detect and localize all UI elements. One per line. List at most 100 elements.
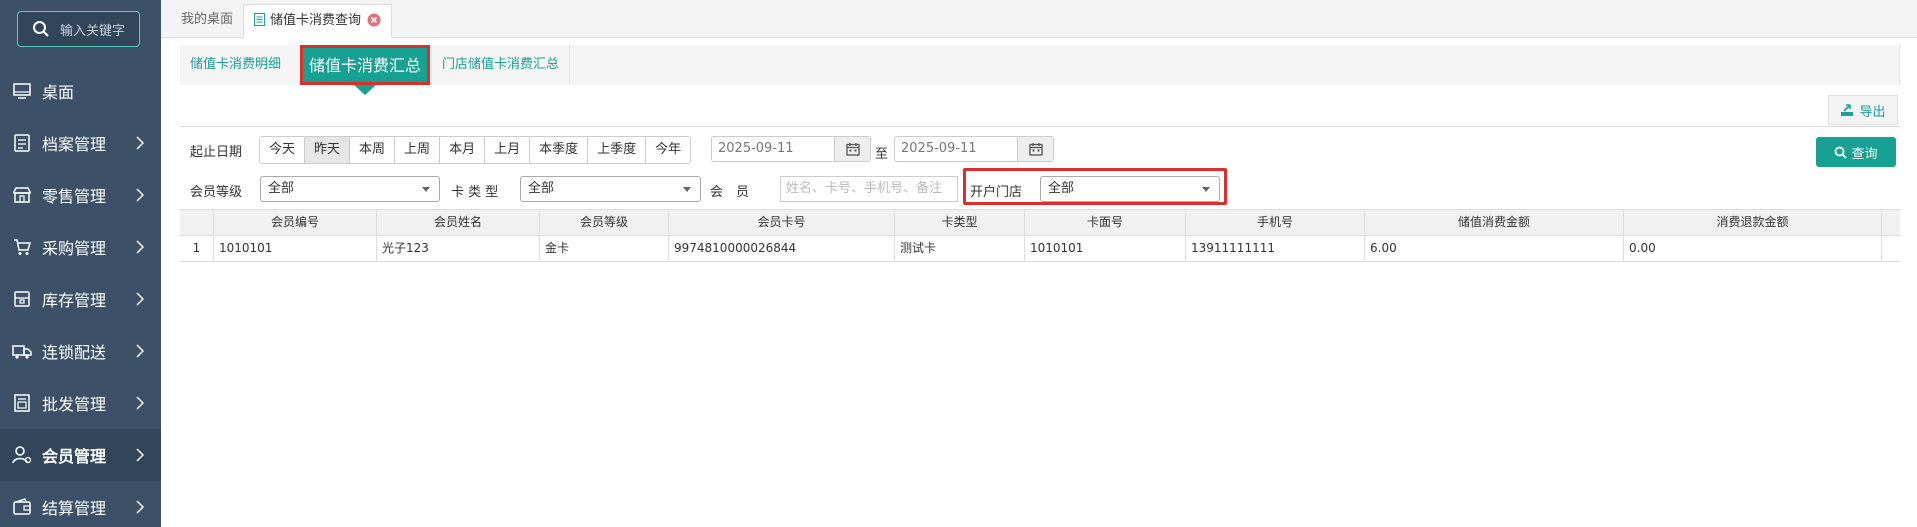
end-date-value: 2025-09-11 <box>901 141 977 156</box>
chevron-right-icon <box>136 448 144 462</box>
wholesale-icon <box>14 394 30 412</box>
sidebar-item-wholesale[interactable]: 批发管理 <box>0 377 161 429</box>
calendar-icon[interactable] <box>834 137 870 161</box>
cell-card-no: 9974810000026844 <box>669 236 895 261</box>
truck-icon <box>12 345 32 359</box>
date-btn-yesterday[interactable]: 昨天 <box>305 137 351 163</box>
store-icon <box>13 187 31 203</box>
user-icon <box>12 446 32 464</box>
sidebar-item-desktop[interactable]: 桌面 <box>0 65 161 117</box>
tab-label: 储值卡消费查询 <box>270 13 362 28</box>
sidebar-item-label: 连锁配送 <box>42 343 107 362</box>
top-tab-bar: 我的桌面 储值卡消费查询 <box>161 0 1917 38</box>
sidebar-item-label: 零售管理 <box>42 187 107 206</box>
date-btn-this-month[interactable]: 本月 <box>440 137 486 163</box>
member-search-placeholder: 姓名、卡号、手机号、备注 <box>786 181 943 196</box>
date-btn-this-year[interactable]: 今年 <box>646 137 691 163</box>
col-member-no[interactable]: 会员编号 <box>214 210 377 235</box>
col-stored-consumption[interactable]: 储值消费金额 <box>1365 210 1624 235</box>
wallet-icon <box>13 498 31 515</box>
table-header: 会员编号 会员姓名 会员等级 会员卡号 卡类型 卡面号 手机号 储值消费金额 消… <box>180 209 1900 236</box>
date-btn-this-quarter[interactable]: 本季度 <box>530 137 589 163</box>
col-member-level[interactable]: 会员等级 <box>540 210 669 235</box>
chevron-right-icon <box>136 396 144 410</box>
cell-card-type: 测试卡 <box>895 236 1025 261</box>
sidebar-item-label: 采购管理 <box>42 239 107 258</box>
export-icon <box>1841 104 1854 116</box>
date-btn-today[interactable]: 今天 <box>260 137 306 163</box>
start-date-input[interactable]: 2025-09-11 <box>711 136 871 162</box>
sub-tab-bar: 储值卡消费明细 储值卡消费汇总 门店储值卡消费汇总 <box>180 45 1900 85</box>
start-date-value: 2025-09-11 <box>718 141 794 156</box>
close-icon[interactable] <box>367 13 381 27</box>
sidebar-item-label: 会员管理 <box>42 447 107 466</box>
sidebar-search[interactable]: 输入关键字 <box>17 11 140 47</box>
monitor-icon <box>13 83 31 99</box>
file-icon <box>14 134 30 152</box>
col-scroll-gutter <box>1882 210 1900 235</box>
cell-phone: 13911111111 <box>1186 236 1365 261</box>
card-type-select[interactable]: 全部 <box>520 176 701 202</box>
store-select[interactable]: 全部 <box>1040 176 1220 202</box>
member-search-input[interactable]: 姓名、卡号、手机号、备注 <box>780 176 958 202</box>
col-card-no[interactable]: 会员卡号 <box>669 210 895 235</box>
member-label: 会 员 <box>710 185 750 200</box>
date-btn-this-week[interactable]: 本周 <box>350 137 396 163</box>
query-button[interactable]: 查询 <box>1816 137 1896 167</box>
member-level-select[interactable]: 全部 <box>260 176 440 202</box>
sidebar-item-member[interactable]: 会员管理 <box>0 429 161 481</box>
sidebar-nav: 桌面 档案管理 零售管理 采购管理 库存管理 连锁配送 批发管理 会员管理 结算… <box>0 65 161 527</box>
sidebar-search-placeholder: 输入关键字 <box>60 23 126 39</box>
col-face-no[interactable]: 卡面号 <box>1025 210 1186 235</box>
sidebar-item-label: 批发管理 <box>42 395 107 414</box>
subtab-card-consumption-summary[interactable]: 储值卡消费汇总 <box>300 45 431 85</box>
search-icon <box>1835 146 1848 159</box>
end-date-input[interactable]: 2025-09-11 <box>894 136 1054 162</box>
sidebar-item-archive[interactable]: 档案管理 <box>0 117 161 169</box>
date-btn-last-month[interactable]: 上月 <box>485 137 531 163</box>
chevron-right-icon <box>136 344 144 358</box>
document-icon <box>254 13 265 26</box>
sidebar-item-settlement[interactable]: 结算管理 <box>0 481 161 527</box>
subtab-store-card-consumption-summary[interactable]: 门店储值卡消费汇总 <box>431 45 571 85</box>
cart-icon <box>14 239 31 255</box>
inventory-icon <box>14 291 30 307</box>
cell-member-name: 光子123 <box>377 236 540 261</box>
sidebar-item-retail[interactable]: 零售管理 <box>0 169 161 221</box>
tab-card-consumption-query[interactable]: 储值卡消费查询 <box>243 4 393 38</box>
sidebar-item-label: 档案管理 <box>42 135 107 154</box>
sidebar-item-inventory[interactable]: 库存管理 <box>0 273 161 325</box>
active-tab-pointer <box>354 85 376 95</box>
date-btn-last-week[interactable]: 上周 <box>395 137 441 163</box>
sidebar-item-label: 桌面 <box>42 83 75 102</box>
calendar-icon[interactable] <box>1017 137 1053 161</box>
table-row[interactable]: 1 1010101 光子123 金卡 9974810000026844 测试卡 … <box>180 236 1900 262</box>
date-range-label: 起止日期 <box>190 145 243 160</box>
to-label: 至 <box>875 147 889 162</box>
chevron-right-icon <box>136 136 144 150</box>
cell-consumption-refund: 0.00 <box>1624 236 1882 261</box>
cell-scroll-gutter <box>1882 236 1900 261</box>
export-button[interactable]: 导出 <box>1828 95 1898 125</box>
cell-stored-consumption: 6.00 <box>1365 236 1624 261</box>
sidebar-item-purchase[interactable]: 采购管理 <box>0 221 161 273</box>
sidebar-item-label: 结算管理 <box>42 499 107 518</box>
col-member-name[interactable]: 会员姓名 <box>377 210 540 235</box>
chevron-right-icon <box>136 292 144 306</box>
chevron-right-icon <box>136 188 144 202</box>
tab-my-desktop[interactable]: 我的桌面 <box>169 4 245 38</box>
cell-face-no: 1010101 <box>1025 236 1186 261</box>
col-card-type[interactable]: 卡类型 <box>895 210 1025 235</box>
card-type-value: 全部 <box>528 181 555 196</box>
subtab-card-consumption-detail[interactable]: 储值卡消费明细 <box>180 45 291 85</box>
sidebar-item-distribution[interactable]: 连锁配送 <box>0 325 161 377</box>
date-btn-last-quarter[interactable]: 上季度 <box>588 137 647 163</box>
chevron-down-icon <box>1202 187 1210 192</box>
summary-table: 会员编号 会员姓名 会员等级 会员卡号 卡类型 卡面号 手机号 储值消费金额 消… <box>180 209 1900 262</box>
cell-member-no: 1010101 <box>214 236 377 261</box>
chevron-down-icon <box>683 187 691 192</box>
col-phone[interactable]: 手机号 <box>1186 210 1365 235</box>
col-index <box>180 210 214 235</box>
col-consumption-refund[interactable]: 消费退款金额 <box>1624 210 1882 235</box>
store-label: 开户门店 <box>970 185 1023 200</box>
